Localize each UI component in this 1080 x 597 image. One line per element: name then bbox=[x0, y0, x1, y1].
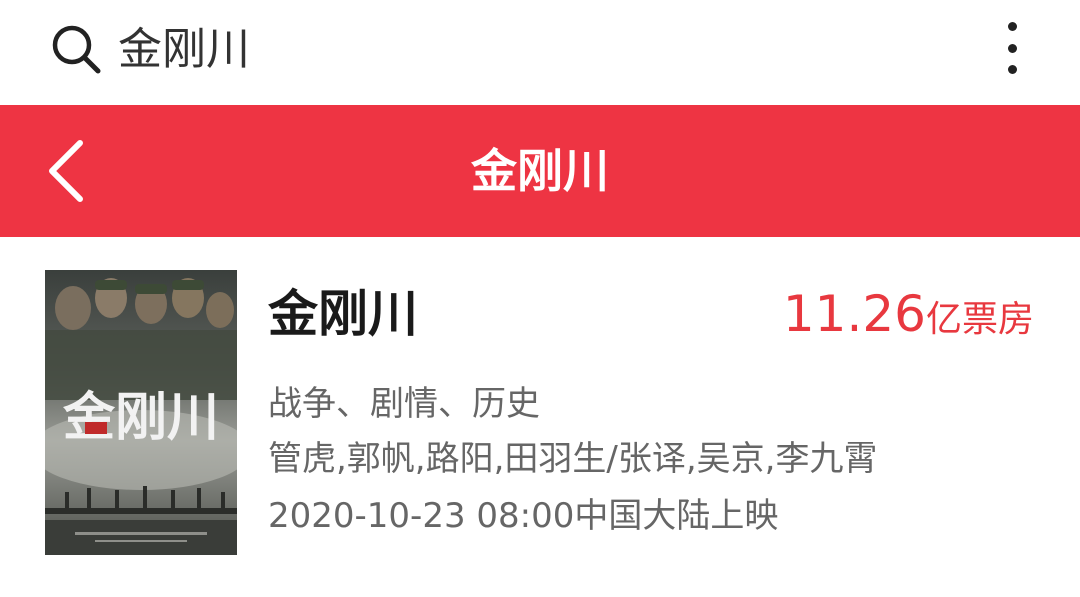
search-icon[interactable] bbox=[50, 23, 102, 75]
page-title: 金刚川 bbox=[471, 144, 609, 198]
movie-cast: 管虎,郭帆,路阳,田羽生/张译,吴京,李九霄 bbox=[268, 439, 878, 479]
page-header: 金刚川 bbox=[0, 105, 1080, 237]
box-office: 11.26亿票房 bbox=[783, 281, 1034, 359]
movie-title[interactable]: 金刚川 bbox=[268, 281, 418, 347]
search-input[interactable]: 金刚川 bbox=[118, 20, 250, 80]
more-dot bbox=[1007, 65, 1017, 74]
more-dot bbox=[1007, 43, 1017, 53]
movie-list-item[interactable]: 金刚川 金刚川 11.26亿票房 战争、剧情、历史 管虎,郭帆,路阳,田羽生/张… bbox=[0, 237, 1080, 597]
poster-title-art: 金刚川 bbox=[62, 387, 219, 448]
more-vertical-icon[interactable] bbox=[990, 18, 1034, 78]
search-bar[interactable]: 金刚川 bbox=[0, 0, 1080, 105]
movie-genres: 战争、剧情、历史 bbox=[268, 384, 540, 424]
movie-poster[interactable]: 金刚川 bbox=[45, 270, 237, 555]
chevron-left-icon[interactable] bbox=[40, 135, 100, 207]
more-dot bbox=[1007, 22, 1017, 31]
box-office-value: 11.26 bbox=[782, 285, 926, 343]
box-office-unit: 亿票房 bbox=[925, 299, 1034, 340]
movie-release-date: 2020-10-23 08:00中国大陆上映 bbox=[268, 496, 779, 536]
